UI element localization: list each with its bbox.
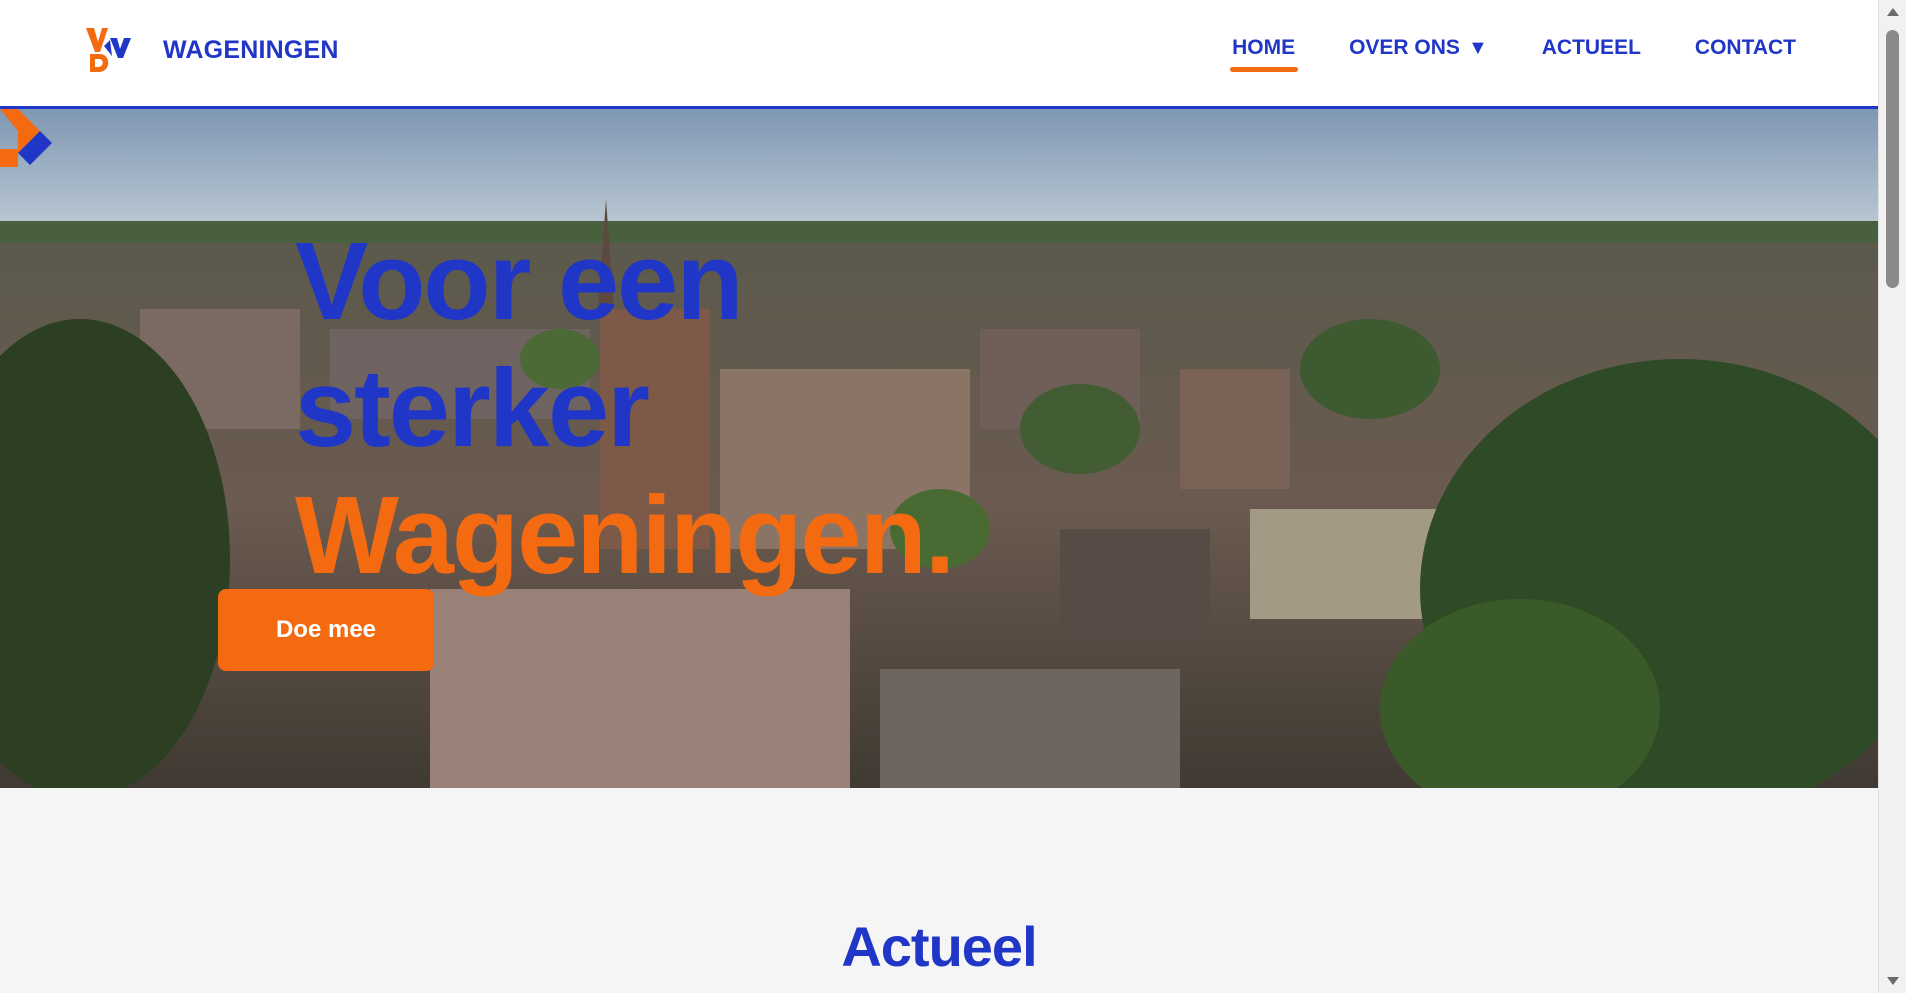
nav-home-label: HOME [1232,36,1296,59]
nav-contact-label: CONTACT [1694,36,1796,59]
hero-headline-line-2: sterker [295,347,650,470]
doe-mee-button[interactable]: Doe mee [218,589,434,671]
hero-headline-line-3: Wageningen. [295,474,955,597]
scroll-up-icon[interactable] [1887,8,1899,16]
town-aerial-photo [0,109,1878,788]
hero-headline-line-1: Voor een [295,220,744,343]
nav-contact[interactable]: CONTACT [1695,36,1796,60]
nav-home[interactable]: HOME [1230,36,1299,72]
nav-actueel[interactable]: ACTUEEL [1542,36,1641,60]
scroll-down-icon[interactable] [1887,977,1899,985]
site-title[interactable]: WAGENINGEN [163,36,339,65]
nav-actueel-label: ACTUEEL [1541,36,1641,59]
chevron-down-icon: ▼ [1467,37,1488,59]
vvd-logo[interactable] [84,26,134,76]
nav-over-ons-label: OVER ONS [1349,36,1460,59]
hero-banner: Voor een sterker Wageningen. Doe mee [0,109,1878,788]
nav-over-ons[interactable]: OVER ONS ▼ [1349,36,1488,60]
section-title-actueel: Actueel [841,915,1037,978]
main-nav: HOME OVER ONS ▼ ACTUEEL CONTACT [1230,36,1796,72]
site-header: WAGENINGEN HOME OVER ONS ▼ ACTUEEL CONTAC… [0,0,1878,109]
vertical-scrollbar[interactable] [1878,0,1906,993]
scroll-thumb[interactable] [1886,30,1899,288]
play-marker-icon [0,109,52,167]
